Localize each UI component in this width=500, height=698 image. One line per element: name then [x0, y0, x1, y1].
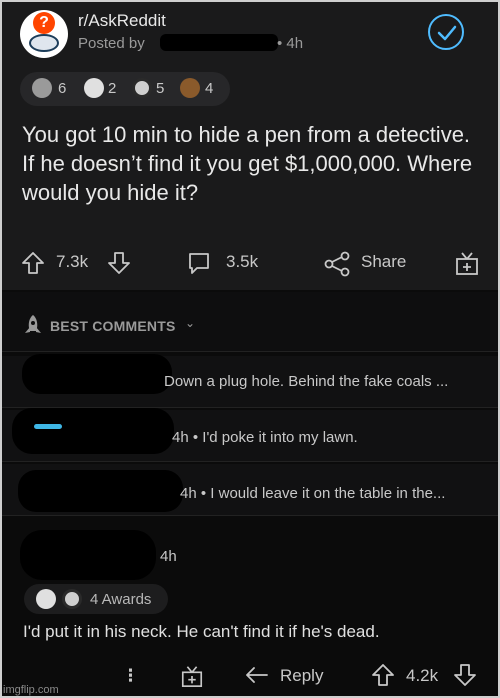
screenshot-frame [0, 0, 500, 698]
